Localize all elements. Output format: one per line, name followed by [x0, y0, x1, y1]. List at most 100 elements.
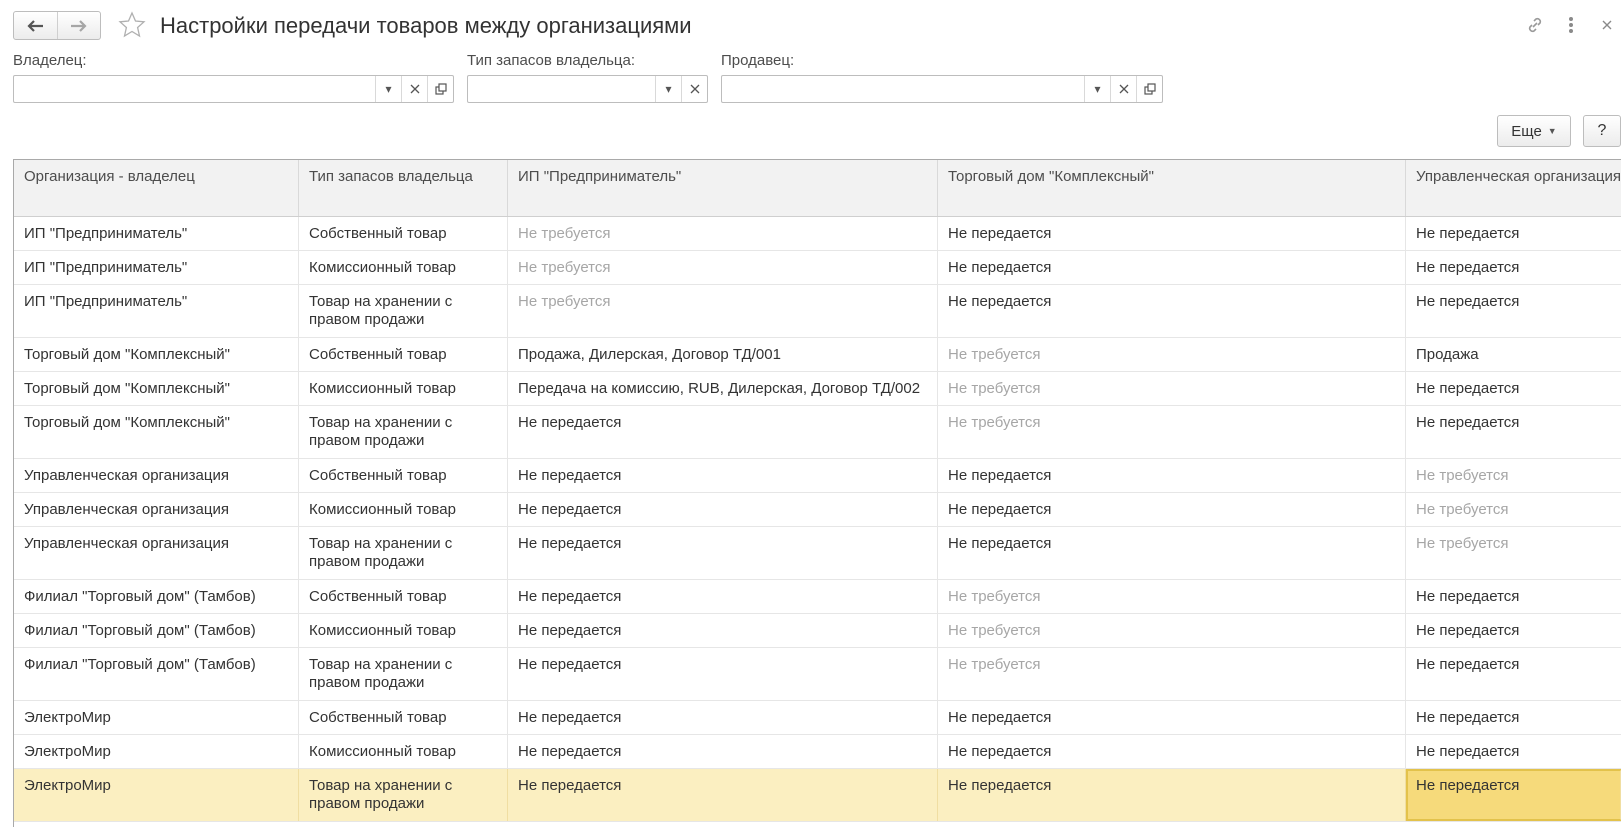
stock-type-cell[interactable]: Собственный товар — [299, 338, 508, 371]
table-row[interactable]: Управленческая организация Товар на хране… — [14, 527, 1621, 580]
owner-cell[interactable]: Филиал "Торговый дом" (Тамбов) — [14, 648, 299, 700]
clear-button[interactable] — [681, 76, 707, 102]
column-header-ip[interactable]: ИП "Предприниматель" — [508, 160, 938, 216]
owner-cell[interactable]: Управленческая организация — [14, 527, 299, 579]
owner-cell[interactable]: Филиал "Торговый дом" (Тамбов) — [14, 580, 299, 613]
management-org-cell[interactable]: Не передается — [1406, 372, 1621, 405]
dropdown-button[interactable]: ▾ — [375, 76, 401, 102]
table-row[interactable]: Торговый дом "Комплексный" Собственный то… — [14, 338, 1621, 372]
open-button[interactable] — [427, 76, 453, 102]
owner-cell[interactable]: ЭлектроМир — [14, 701, 299, 734]
table-row[interactable]: ЭлектроМир Комиссионный товар Не передаетс… — [14, 735, 1621, 769]
table-row[interactable]: Торговый дом "Комплексный" Товар на хране… — [14, 406, 1621, 459]
ip-cell[interactable]: Передача на комиссию, RUB, Дилерская, До… — [508, 372, 938, 405]
trade-house-cell[interactable]: Не требуется — [938, 406, 1406, 458]
stock-type-cell[interactable]: Комиссионный товар — [299, 735, 508, 768]
stock-type-cell[interactable]: Комиссионный товар — [299, 372, 508, 405]
owner-cell[interactable]: Торговый дом "Комплексный" — [14, 372, 299, 405]
management-org-cell[interactable]: Не передается — [1406, 648, 1621, 700]
forward-button[interactable] — [56, 12, 100, 39]
owner-filter-input[interactable] — [14, 76, 375, 102]
table-row[interactable]: Управленческая организация Комиссионный т… — [14, 493, 1621, 527]
trade-house-cell[interactable]: Не требуется — [938, 338, 1406, 371]
management-org-cell[interactable]: Продажа — [1406, 338, 1621, 371]
stock-type-cell[interactable]: Собственный товар — [299, 459, 508, 492]
ip-cell[interactable]: Не передается — [508, 493, 938, 526]
stock-type-cell[interactable]: Комиссионный товар — [299, 493, 508, 526]
management-org-cell[interactable]: Не требуется — [1406, 459, 1621, 492]
trade-house-cell[interactable]: Не требуется — [938, 372, 1406, 405]
ip-cell[interactable]: Не требуется — [508, 217, 938, 250]
trade-house-cell[interactable]: Не передается — [938, 701, 1406, 734]
ip-cell[interactable]: Не передается — [508, 735, 938, 768]
link-icon[interactable] — [1524, 14, 1546, 36]
ip-cell[interactable]: Не передается — [508, 701, 938, 734]
owner-cell[interactable]: Торговый дом "Комплексный" — [14, 338, 299, 371]
ip-cell[interactable]: Не передается — [508, 769, 938, 821]
trade-house-cell[interactable]: Не требуется — [938, 580, 1406, 613]
trade-house-cell[interactable]: Не передается — [938, 251, 1406, 284]
management-org-cell[interactable]: Не передается — [1406, 580, 1621, 613]
trade-house-cell[interactable]: Не требуется — [938, 648, 1406, 700]
trade-house-cell[interactable]: Не передается — [938, 217, 1406, 250]
stock-type-cell[interactable]: Товар на хранении с правом продажи — [299, 285, 508, 337]
ip-cell[interactable]: Не требуется — [508, 285, 938, 337]
column-header-owner[interactable]: Организация - владелец — [14, 160, 299, 216]
table-row[interactable]: Филиал "Торговый дом" (Тамбов) Собственны… — [14, 580, 1621, 614]
ip-cell[interactable]: Не передается — [508, 648, 938, 700]
ip-cell[interactable]: Не требуется — [508, 251, 938, 284]
stock-type-cell[interactable]: Товар на хранении с правом продажи — [299, 406, 508, 458]
table-row[interactable]: ЭлектроМир Собственный товар Не передается… — [14, 701, 1621, 735]
stock-type-cell[interactable]: Товар на хранении с правом продажи — [299, 769, 508, 821]
management-org-cell[interactable]: Не передается — [1406, 701, 1621, 734]
close-icon[interactable] — [1596, 14, 1618, 36]
stock-type-cell[interactable]: Комиссионный товар — [299, 614, 508, 647]
clear-button[interactable] — [401, 76, 427, 102]
trade-house-cell[interactable]: Не требуется — [938, 614, 1406, 647]
more-vertical-icon[interactable] — [1560, 14, 1582, 36]
owner-cell[interactable]: Филиал "Торговый дом" (Тамбов) — [14, 614, 299, 647]
stock-type-cell[interactable]: Товар на хранении с правом продажи — [299, 648, 508, 700]
owner-cell[interactable]: ИП "Предприниматель" — [14, 251, 299, 284]
management-org-cell[interactable]: Не требуется — [1406, 493, 1621, 526]
table-row[interactable]: Торговый дом "Комплексный" Комиссионный т… — [14, 372, 1621, 406]
star-icon[interactable] — [117, 10, 147, 40]
management-org-cell[interactable]: Не передается — [1406, 735, 1621, 768]
column-header-stock-type[interactable]: Тип запасов владельца — [299, 160, 508, 216]
help-button[interactable]: ? — [1583, 115, 1621, 147]
owner-cell[interactable]: Торговый дом "Комплексный" — [14, 406, 299, 458]
table-row[interactable]: Управленческая организация Собственный то… — [14, 459, 1621, 493]
table-row[interactable]: ЭлектроМир Товар на хранении с правом про… — [14, 769, 1621, 822]
ip-cell[interactable]: Продажа, Дилерская, Договор ТД/001 — [508, 338, 938, 371]
trade-house-cell[interactable]: Не передается — [938, 769, 1406, 821]
back-button[interactable] — [14, 12, 57, 39]
ip-cell[interactable]: Не передается — [508, 459, 938, 492]
column-header-trade-house[interactable]: Торговый дом "Комплексный" — [938, 160, 1406, 216]
open-button[interactable] — [1136, 76, 1162, 102]
table-row[interactable]: Филиал "Торговый дом" (Тамбов) Комиссионн… — [14, 614, 1621, 648]
clear-button[interactable] — [1110, 76, 1136, 102]
owner-cell[interactable]: ИП "Предприниматель" — [14, 217, 299, 250]
stock-type-cell[interactable]: Собственный товар — [299, 217, 508, 250]
owner-cell[interactable]: ИП "Предприниматель" — [14, 285, 299, 337]
stock-type-filter-input[interactable] — [468, 76, 655, 102]
management-org-cell[interactable]: Не передается — [1406, 217, 1621, 250]
trade-house-cell[interactable]: Не передается — [938, 459, 1406, 492]
trade-house-cell[interactable]: Не передается — [938, 735, 1406, 768]
table-row[interactable]: ИП "Предприниматель" Товар на хранении с … — [14, 285, 1621, 338]
management-org-cell[interactable]: Не передается — [1406, 406, 1621, 458]
ip-cell[interactable]: Не передается — [508, 527, 938, 579]
management-org-cell[interactable]: Не передается — [1406, 614, 1621, 647]
seller-filter-input[interactable] — [722, 76, 1084, 102]
settings-table[interactable]: Организация - владелец Тип запасов владе… — [13, 159, 1621, 827]
dropdown-button[interactable]: ▾ — [655, 76, 681, 102]
table-row[interactable]: ИП "Предприниматель" Собственный товар Не … — [14, 217, 1621, 251]
stock-type-cell[interactable]: Товар на хранении с правом продажи — [299, 527, 508, 579]
owner-cell[interactable]: ЭлектроМир — [14, 769, 299, 821]
table-row[interactable]: Филиал "Торговый дом" (Тамбов) Товар на х… — [14, 648, 1621, 701]
table-row[interactable]: ИП "Предприниматель" Комиссионный товар Не… — [14, 251, 1621, 285]
trade-house-cell[interactable]: Не передается — [938, 285, 1406, 337]
dropdown-button[interactable]: ▾ — [1084, 76, 1110, 102]
owner-cell[interactable]: ЭлектроМир — [14, 735, 299, 768]
ip-cell[interactable]: Не передается — [508, 614, 938, 647]
